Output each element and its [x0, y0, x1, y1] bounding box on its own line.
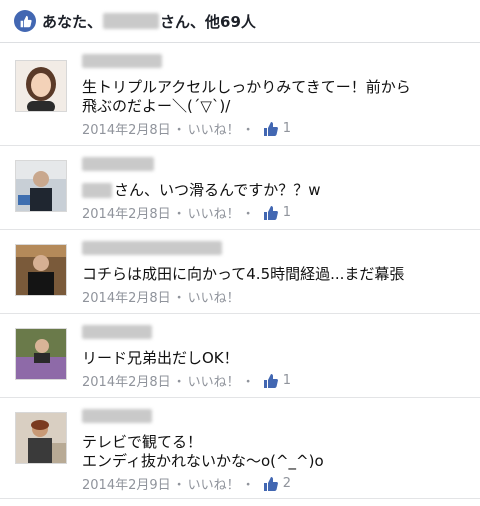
blurred-name: [82, 54, 162, 68]
blurred-name: [82, 325, 152, 339]
like-thumb-icon: [263, 373, 279, 389]
avatar[interactable]: [15, 328, 67, 380]
comment-text: 生トリプルアクセルしっかりみてきてー！前から 飛ぶのだよー＼(´▽`)/: [82, 78, 411, 115]
comment-text: さん、いつ滑るんですか？？w: [114, 181, 321, 199]
comment-date: 2014年2月9日: [82, 478, 171, 493]
comment-date: 2014年2月8日: [82, 375, 171, 390]
likes-summary-header[interactable]: あなた、 さん、他69人: [0, 0, 480, 43]
comment-item: リード兄弟出だしOK！ 2014年2月8日・いいね！・ 1: [0, 314, 480, 398]
comment-meta: 2014年2月9日・いいね！・ 2: [82, 474, 291, 493]
comment-text: テレビで観てる！ エンディ抜かれないかな〜o(^_^)o: [82, 433, 324, 470]
blurred-name: [82, 157, 154, 171]
comment-meta: 2014年2月8日・いいね！: [82, 287, 470, 306]
comment-item: さん、いつ滑るんですか？？w 2014年2月8日・いいね！・ 1: [0, 146, 480, 230]
comment-meta: 2014年2月8日・いいね！・ 1: [82, 371, 291, 390]
like-link[interactable]: いいね！: [188, 203, 240, 222]
comment-meta: 2014年2月8日・いいね！・ 1: [82, 119, 291, 138]
header-prefix: あなた、: [42, 12, 103, 31]
comment-text: コチらは成田に向かって4.5時間経過...まだ幕張: [82, 265, 405, 283]
like-link[interactable]: いいね！: [188, 287, 240, 306]
like-link[interactable]: いいね！: [188, 371, 240, 390]
like-thumb-icon: [263, 476, 279, 492]
avatar[interactable]: [15, 60, 67, 112]
like-thumb-icon: [14, 10, 36, 32]
comment-meta: 2014年2月8日・いいね！・ 1: [82, 203, 291, 222]
blurred-name: [82, 241, 222, 255]
like-link[interactable]: いいね！: [188, 474, 240, 493]
avatar[interactable]: [15, 160, 67, 212]
comment-item: 生トリプルアクセルしっかりみてきてー！前から 飛ぶのだよー＼(´▽`)/ 201…: [0, 43, 480, 146]
blurred-name: [82, 183, 112, 198]
blurred-name: [82, 409, 152, 423]
like-count[interactable]: 1: [283, 373, 291, 388]
comment-date: 2014年2月8日: [82, 123, 171, 138]
comment-item: テレビで観てる！ エンディ抜かれないかな〜o(^_^)o 2014年2月9日・い…: [0, 398, 480, 499]
like-thumb-icon: [263, 205, 279, 221]
comment-item: コチらは成田に向かって4.5時間経過...まだ幕張 2014年2月8日・いいね！: [0, 230, 480, 314]
header-suffix: さん、他69人: [160, 12, 256, 31]
blurred-name: [103, 13, 160, 29]
avatar[interactable]: [15, 412, 67, 464]
comment-text: リード兄弟出だしOK！: [82, 349, 239, 367]
like-link[interactable]: いいね！: [188, 119, 240, 138]
like-count[interactable]: 2: [283, 476, 291, 491]
comment-date: 2014年2月8日: [82, 291, 171, 306]
like-count[interactable]: 1: [283, 121, 291, 136]
comment-date: 2014年2月8日: [82, 207, 171, 222]
like-thumb-icon: [263, 121, 279, 137]
like-count[interactable]: 1: [283, 205, 291, 220]
avatar[interactable]: [15, 244, 67, 296]
